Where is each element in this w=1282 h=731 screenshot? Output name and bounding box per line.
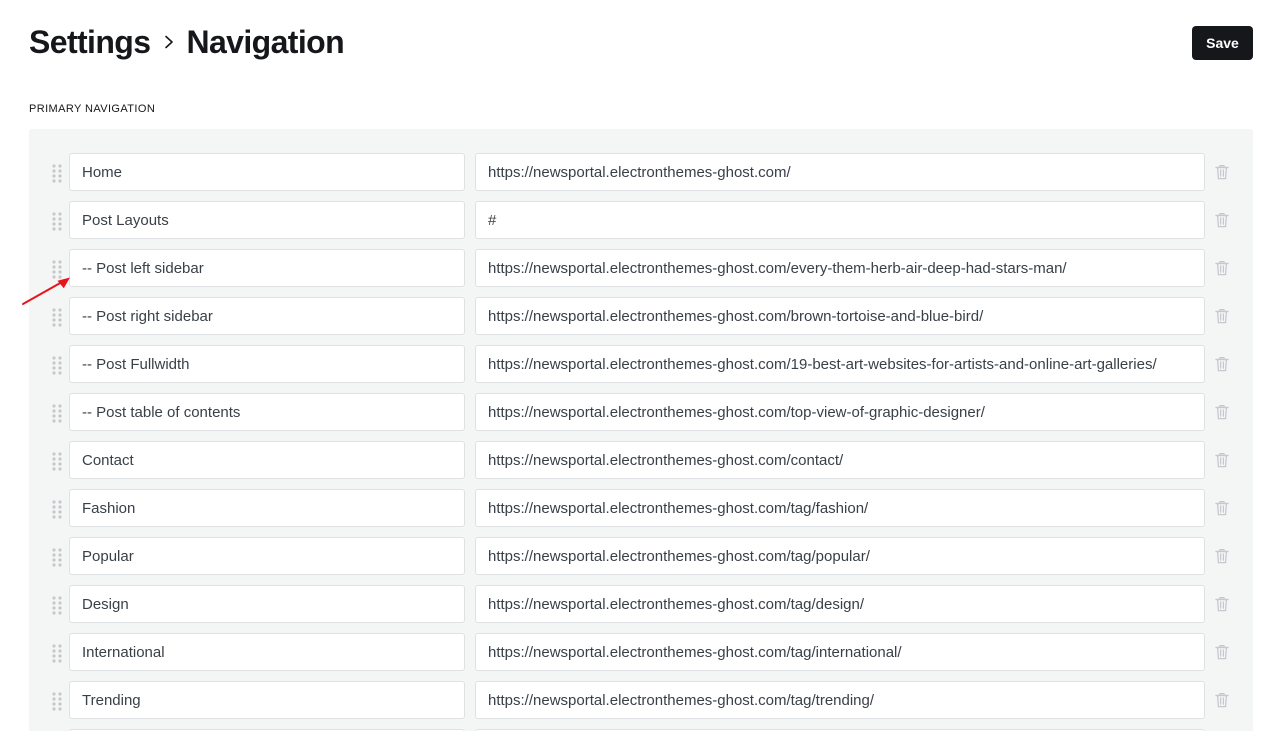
navigation-label-input[interactable] xyxy=(69,489,465,527)
drag-handle-icon[interactable] xyxy=(50,451,64,471)
primary-navigation-list xyxy=(29,129,1253,731)
trash-icon[interactable] xyxy=(1215,452,1229,468)
trash-icon[interactable] xyxy=(1215,692,1229,708)
navigation-label-input[interactable] xyxy=(69,249,465,287)
drag-handle-icon[interactable] xyxy=(50,691,64,711)
drag-handle-icon[interactable] xyxy=(50,499,64,519)
navigation-label-input[interactable] xyxy=(69,297,465,335)
drag-handle-icon[interactable] xyxy=(50,307,64,327)
drag-handle-icon[interactable] xyxy=(50,547,64,567)
navigation-item-row xyxy=(29,201,1253,239)
navigation-url-input[interactable] xyxy=(475,585,1205,623)
trash-icon[interactable] xyxy=(1215,212,1229,228)
navigation-item-row xyxy=(29,297,1253,335)
trash-icon[interactable] xyxy=(1215,596,1229,612)
page-title: Navigation xyxy=(186,23,345,60)
navigation-item-row xyxy=(29,537,1253,575)
navigation-label-input[interactable] xyxy=(69,633,465,671)
trash-icon[interactable] xyxy=(1215,356,1229,372)
navigation-item-row xyxy=(29,441,1253,479)
navigation-item-row xyxy=(29,585,1253,623)
navigation-item-row xyxy=(29,249,1253,287)
trash-icon[interactable] xyxy=(1215,308,1229,324)
navigation-item-row xyxy=(29,153,1253,191)
trash-icon[interactable] xyxy=(1215,644,1229,660)
primary-navigation-heading: PRIMARY NAVIGATION xyxy=(29,103,156,115)
trash-icon[interactable] xyxy=(1215,500,1229,516)
drag-handle-icon[interactable] xyxy=(50,595,64,615)
navigation-label-input[interactable] xyxy=(69,201,465,239)
navigation-url-input[interactable] xyxy=(475,345,1205,383)
navigation-url-input[interactable] xyxy=(475,489,1205,527)
navigation-url-input[interactable] xyxy=(475,441,1205,479)
trash-icon[interactable] xyxy=(1215,164,1229,180)
breadcrumb: Settings Navigation xyxy=(29,22,345,62)
drag-handle-icon[interactable] xyxy=(50,403,64,423)
navigation-url-input[interactable] xyxy=(475,537,1205,575)
navigation-url-input[interactable] xyxy=(475,201,1205,239)
chevron-right-icon xyxy=(158,22,180,62)
navigation-label-input[interactable] xyxy=(69,441,465,479)
drag-handle-icon[interactable] xyxy=(50,355,64,375)
navigation-url-input[interactable] xyxy=(475,153,1205,191)
navigation-url-input[interactable] xyxy=(475,249,1205,287)
navigation-item-row xyxy=(29,633,1253,671)
drag-handle-icon[interactable] xyxy=(50,643,64,663)
navigation-url-input[interactable] xyxy=(475,393,1205,431)
navigation-item-row xyxy=(29,681,1253,719)
trash-icon[interactable] xyxy=(1215,548,1229,564)
navigation-url-input[interactable] xyxy=(475,297,1205,335)
navigation-url-input[interactable] xyxy=(475,633,1205,671)
trash-icon[interactable] xyxy=(1215,404,1229,420)
navigation-item-row xyxy=(29,345,1253,383)
drag-handle-icon[interactable] xyxy=(50,163,64,183)
navigation-url-input[interactable] xyxy=(475,681,1205,719)
navigation-label-input[interactable] xyxy=(69,345,465,383)
breadcrumb-settings-link[interactable]: Settings xyxy=(29,24,151,61)
navigation-label-input[interactable] xyxy=(69,537,465,575)
trash-icon[interactable] xyxy=(1215,260,1229,276)
navigation-item-row xyxy=(29,489,1253,527)
navigation-item-row xyxy=(29,393,1253,431)
navigation-label-input[interactable] xyxy=(69,153,465,191)
navigation-label-input[interactable] xyxy=(69,585,465,623)
navigation-label-input[interactable] xyxy=(69,681,465,719)
drag-handle-icon[interactable] xyxy=(50,259,64,279)
drag-handle-icon[interactable] xyxy=(50,211,64,231)
save-button[interactable]: Save xyxy=(1192,26,1253,60)
navigation-label-input[interactable] xyxy=(69,393,465,431)
